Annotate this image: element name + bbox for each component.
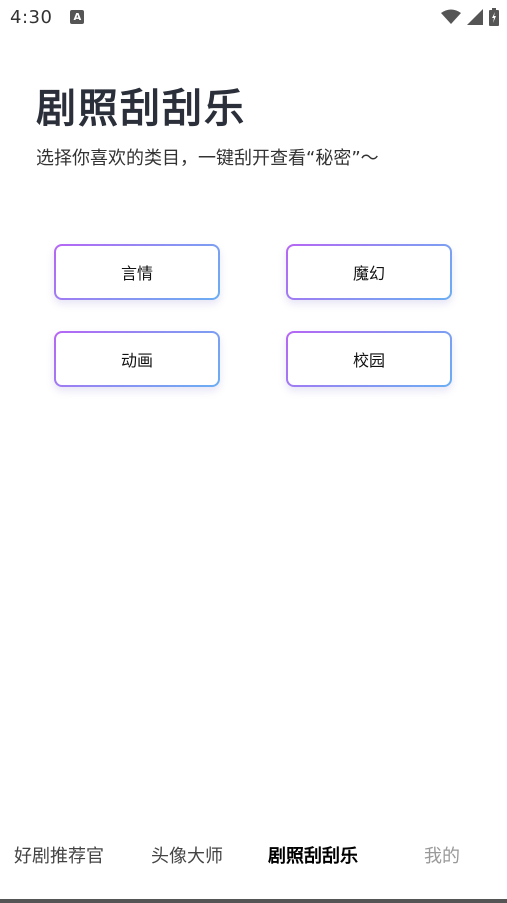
category-button-fantasy[interactable]: 魔幻: [286, 244, 452, 300]
nav-tab-avatar[interactable]: 头像大师: [151, 842, 223, 868]
nav-tab-recommend[interactable]: 好剧推荐官: [14, 842, 104, 868]
category-button-romance[interactable]: 言情: [54, 244, 220, 300]
notification-icon: A: [70, 10, 85, 24]
status-indicators: [441, 8, 499, 26]
nav-tab-scratch[interactable]: 剧照刮刮乐: [268, 842, 358, 868]
category-button-animation[interactable]: 动画: [54, 331, 220, 387]
wifi-icon: [441, 9, 461, 24]
app-screen: 4:30 A 剧照刮刮乐 选择你喜欢的类目，一键刮开查看“秘密”～ 言情 魔幻 …: [0, 0, 507, 903]
battery-icon: [489, 8, 499, 26]
bottom-nav: 好剧推荐官 头像大师 剧照刮刮乐 我的: [0, 828, 507, 880]
nav-tab-mine[interactable]: 我的: [424, 842, 460, 868]
category-button-campus[interactable]: 校园: [286, 331, 452, 387]
cell-signal-icon: [467, 9, 483, 25]
page-subtitle: 选择你喜欢的类目，一键刮开查看“秘密”～: [36, 148, 379, 169]
status-bar: 4:30 A: [0, 0, 507, 34]
home-indicator: [0, 899, 507, 903]
page-title: 剧照刮刮乐: [36, 86, 246, 132]
status-time: 4:30: [10, 6, 53, 28]
